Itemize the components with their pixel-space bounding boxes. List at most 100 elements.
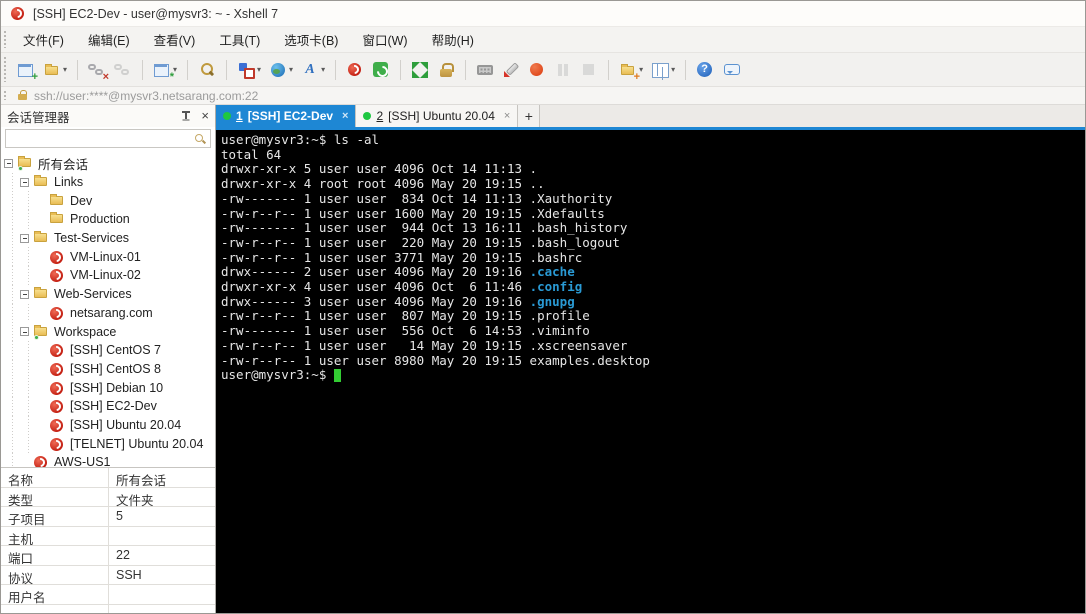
reconnect-icon	[114, 61, 132, 79]
collapse-icon[interactable]	[4, 158, 13, 168]
open-session-button[interactable]: ▾	[41, 59, 69, 81]
stop-button[interactable]	[578, 59, 600, 81]
fullscreen-button[interactable]	[409, 59, 431, 81]
menu-item[interactable]: 帮助(H)	[420, 27, 486, 52]
new-tab-button[interactable]: +	[518, 105, 541, 127]
terminal-line: -rw-r--r-- 1 user user 220 May 20 19:15 …	[221, 234, 620, 250]
tree-item[interactable]: Production	[1, 210, 215, 229]
terminal-line: drwxr-xr-x 5 user user 4096 Oct 14 11:13…	[221, 161, 538, 177]
dropdown-caret-icon[interactable]: ▾	[321, 65, 325, 74]
menu-item[interactable]: 选项卡(B)	[272, 27, 350, 52]
collapse-icon[interactable]	[20, 177, 29, 187]
session-tree: 所有会话 Links Dev Production Test-Services VM-Li…	[1, 151, 215, 467]
virtual-keyboard-button[interactable]	[474, 59, 496, 81]
session-properties-icon: *	[153, 61, 174, 82]
terminal-line: -rw------- 1 user user 556 Oct 6 14:53 .…	[221, 323, 590, 339]
session-search-input[interactable]	[6, 131, 194, 146]
open-url-icon	[269, 61, 287, 79]
address-url: ssh://user:****@mysvr3.netsarang.com:22	[34, 88, 259, 103]
help-button[interactable]: ?	[694, 59, 716, 81]
tree-item[interactable]: Test-Services	[1, 228, 215, 248]
disconnect-button[interactable]: ×	[86, 59, 109, 82]
pin-icon[interactable]	[181, 110, 191, 122]
lock-screen-button[interactable]	[435, 59, 457, 81]
folder-icon	[33, 174, 49, 190]
tab-bar: 1 [SSH] EC2-Dev × 2 [SSH] Ubuntu 20.04 × +	[216, 105, 1085, 127]
session-tab[interactable]: 1 [SSH] EC2-Dev ×	[216, 105, 357, 127]
tree-item[interactable]: 所有会话	[1, 154, 215, 173]
toolbar-separator	[226, 59, 228, 80]
tree-item[interactable]: [SSH] CentOS 8	[1, 359, 215, 379]
address-bar[interactable]: ssh://user:****@mysvr3.netsarang.com:22	[1, 87, 1085, 105]
reconnect-button[interactable]	[112, 59, 134, 81]
tree-item[interactable]: Links	[1, 172, 215, 192]
virtual-keyboard-icon	[476, 61, 494, 79]
dropdown-caret-icon[interactable]: ▾	[63, 65, 67, 74]
dropdown-caret-icon[interactable]: ▾	[289, 65, 293, 74]
session-icon	[49, 398, 65, 414]
tree-item-label: [SSH] EC2-Dev	[70, 399, 157, 414]
find-icon	[198, 61, 216, 79]
property-row: 名称 所有会话	[1, 468, 215, 488]
terminal[interactable]: user@mysvr3:~$ ls -al total 64 drwxr-xr-x …	[216, 130, 1085, 613]
search-icon	[194, 133, 206, 145]
menu-item[interactable]: 查看(V)	[142, 27, 208, 52]
toolbar-separator	[187, 59, 189, 80]
tree-item[interactable]: [SSH] Debian 10	[1, 378, 215, 397]
menu-item[interactable]: 文件(F)	[11, 27, 76, 52]
property-value	[109, 527, 215, 546]
terminal-line: -rw-r--r-- 1 user user 8980 May 20 19:15…	[221, 352, 650, 368]
tree-item-label: [SSH] CentOS 8	[70, 361, 162, 376]
collapse-icon[interactable]	[20, 289, 29, 299]
color-scheme-button[interactable]: ▾	[235, 59, 263, 81]
close-panel-icon[interactable]: ×	[201, 109, 209, 122]
xftp-button[interactable]	[370, 59, 392, 81]
collapse-icon[interactable]	[20, 233, 29, 243]
layout-button[interactable]: ▾	[649, 59, 677, 81]
record-button[interactable]	[526, 59, 548, 81]
tree-item-label: [TELNET] Ubuntu 20.04	[70, 436, 204, 451]
tree-item[interactable]: Workspace	[1, 322, 215, 341]
session-properties-button[interactable]: * ▾	[151, 59, 179, 82]
pause-icon	[554, 61, 572, 79]
open-url-button[interactable]: ▾	[267, 59, 295, 81]
property-label: 子项目	[1, 507, 109, 527]
tree-item[interactable]: [SSH] Ubuntu 20.04	[1, 415, 215, 435]
dropdown-caret-icon[interactable]: ▾	[257, 65, 261, 74]
new-session-button[interactable]: +	[15, 59, 38, 82]
pause-button[interactable]	[552, 59, 574, 81]
folder-icon	[49, 193, 65, 209]
property-value: 22	[116, 548, 130, 562]
xshell-icon	[346, 61, 364, 79]
session-search	[1, 127, 215, 151]
close-tab-icon[interactable]: ×	[342, 110, 348, 122]
tree-item[interactable]: AWS-US1	[1, 453, 215, 467]
tree-item[interactable]: [SSH] CentOS 7	[1, 340, 215, 360]
tree-item[interactable]: Web-Services	[1, 284, 215, 304]
find-button[interactable]	[196, 59, 218, 81]
feedback-button[interactable]	[720, 59, 742, 81]
compose-button[interactable]	[500, 59, 522, 81]
terminal-line: drwxr-xr-x 4 user user 4096 Oct 6 11:46 …	[221, 279, 583, 295]
tree-item[interactable]: VM-Linux-02	[1, 266, 215, 285]
session-properties-table: 名称 所有会话 类型 文件夹 子项目 5 主机 端口 22 协议 SSH 用户名	[1, 467, 215, 613]
tree-item[interactable]: [SSH] EC2-Dev	[1, 396, 215, 416]
new-file-button[interactable]: + ▾	[617, 59, 645, 82]
menu-item[interactable]: 窗口(W)	[350, 27, 419, 52]
menu-item[interactable]: 工具(T)	[207, 27, 272, 52]
tree-item-label: Links	[54, 175, 84, 190]
dropdown-caret-icon[interactable]: ▾	[671, 65, 675, 74]
layout-icon	[651, 61, 670, 79]
property-label: 类型	[1, 487, 109, 508]
tree-item[interactable]: [TELNET] Ubuntu 20.04	[1, 434, 215, 453]
tree-item[interactable]: VM-Linux-01	[1, 247, 215, 267]
session-tab[interactable]: 2 [SSH] Ubuntu 20.04 ×	[356, 105, 519, 127]
collapse-icon[interactable]	[20, 327, 29, 337]
tree-item[interactable]: netsarang.com	[1, 303, 215, 323]
close-tab-icon[interactable]: ×	[504, 110, 510, 122]
font-button[interactable]: A ▾	[299, 59, 327, 81]
xshell-button[interactable]	[344, 59, 366, 81]
tree-item[interactable]: Dev	[1, 191, 215, 211]
terminal-line: -rw-r--r-- 1 user user 1600 May 20 19:15…	[221, 205, 605, 221]
menu-item[interactable]: 编辑(E)	[76, 27, 142, 52]
